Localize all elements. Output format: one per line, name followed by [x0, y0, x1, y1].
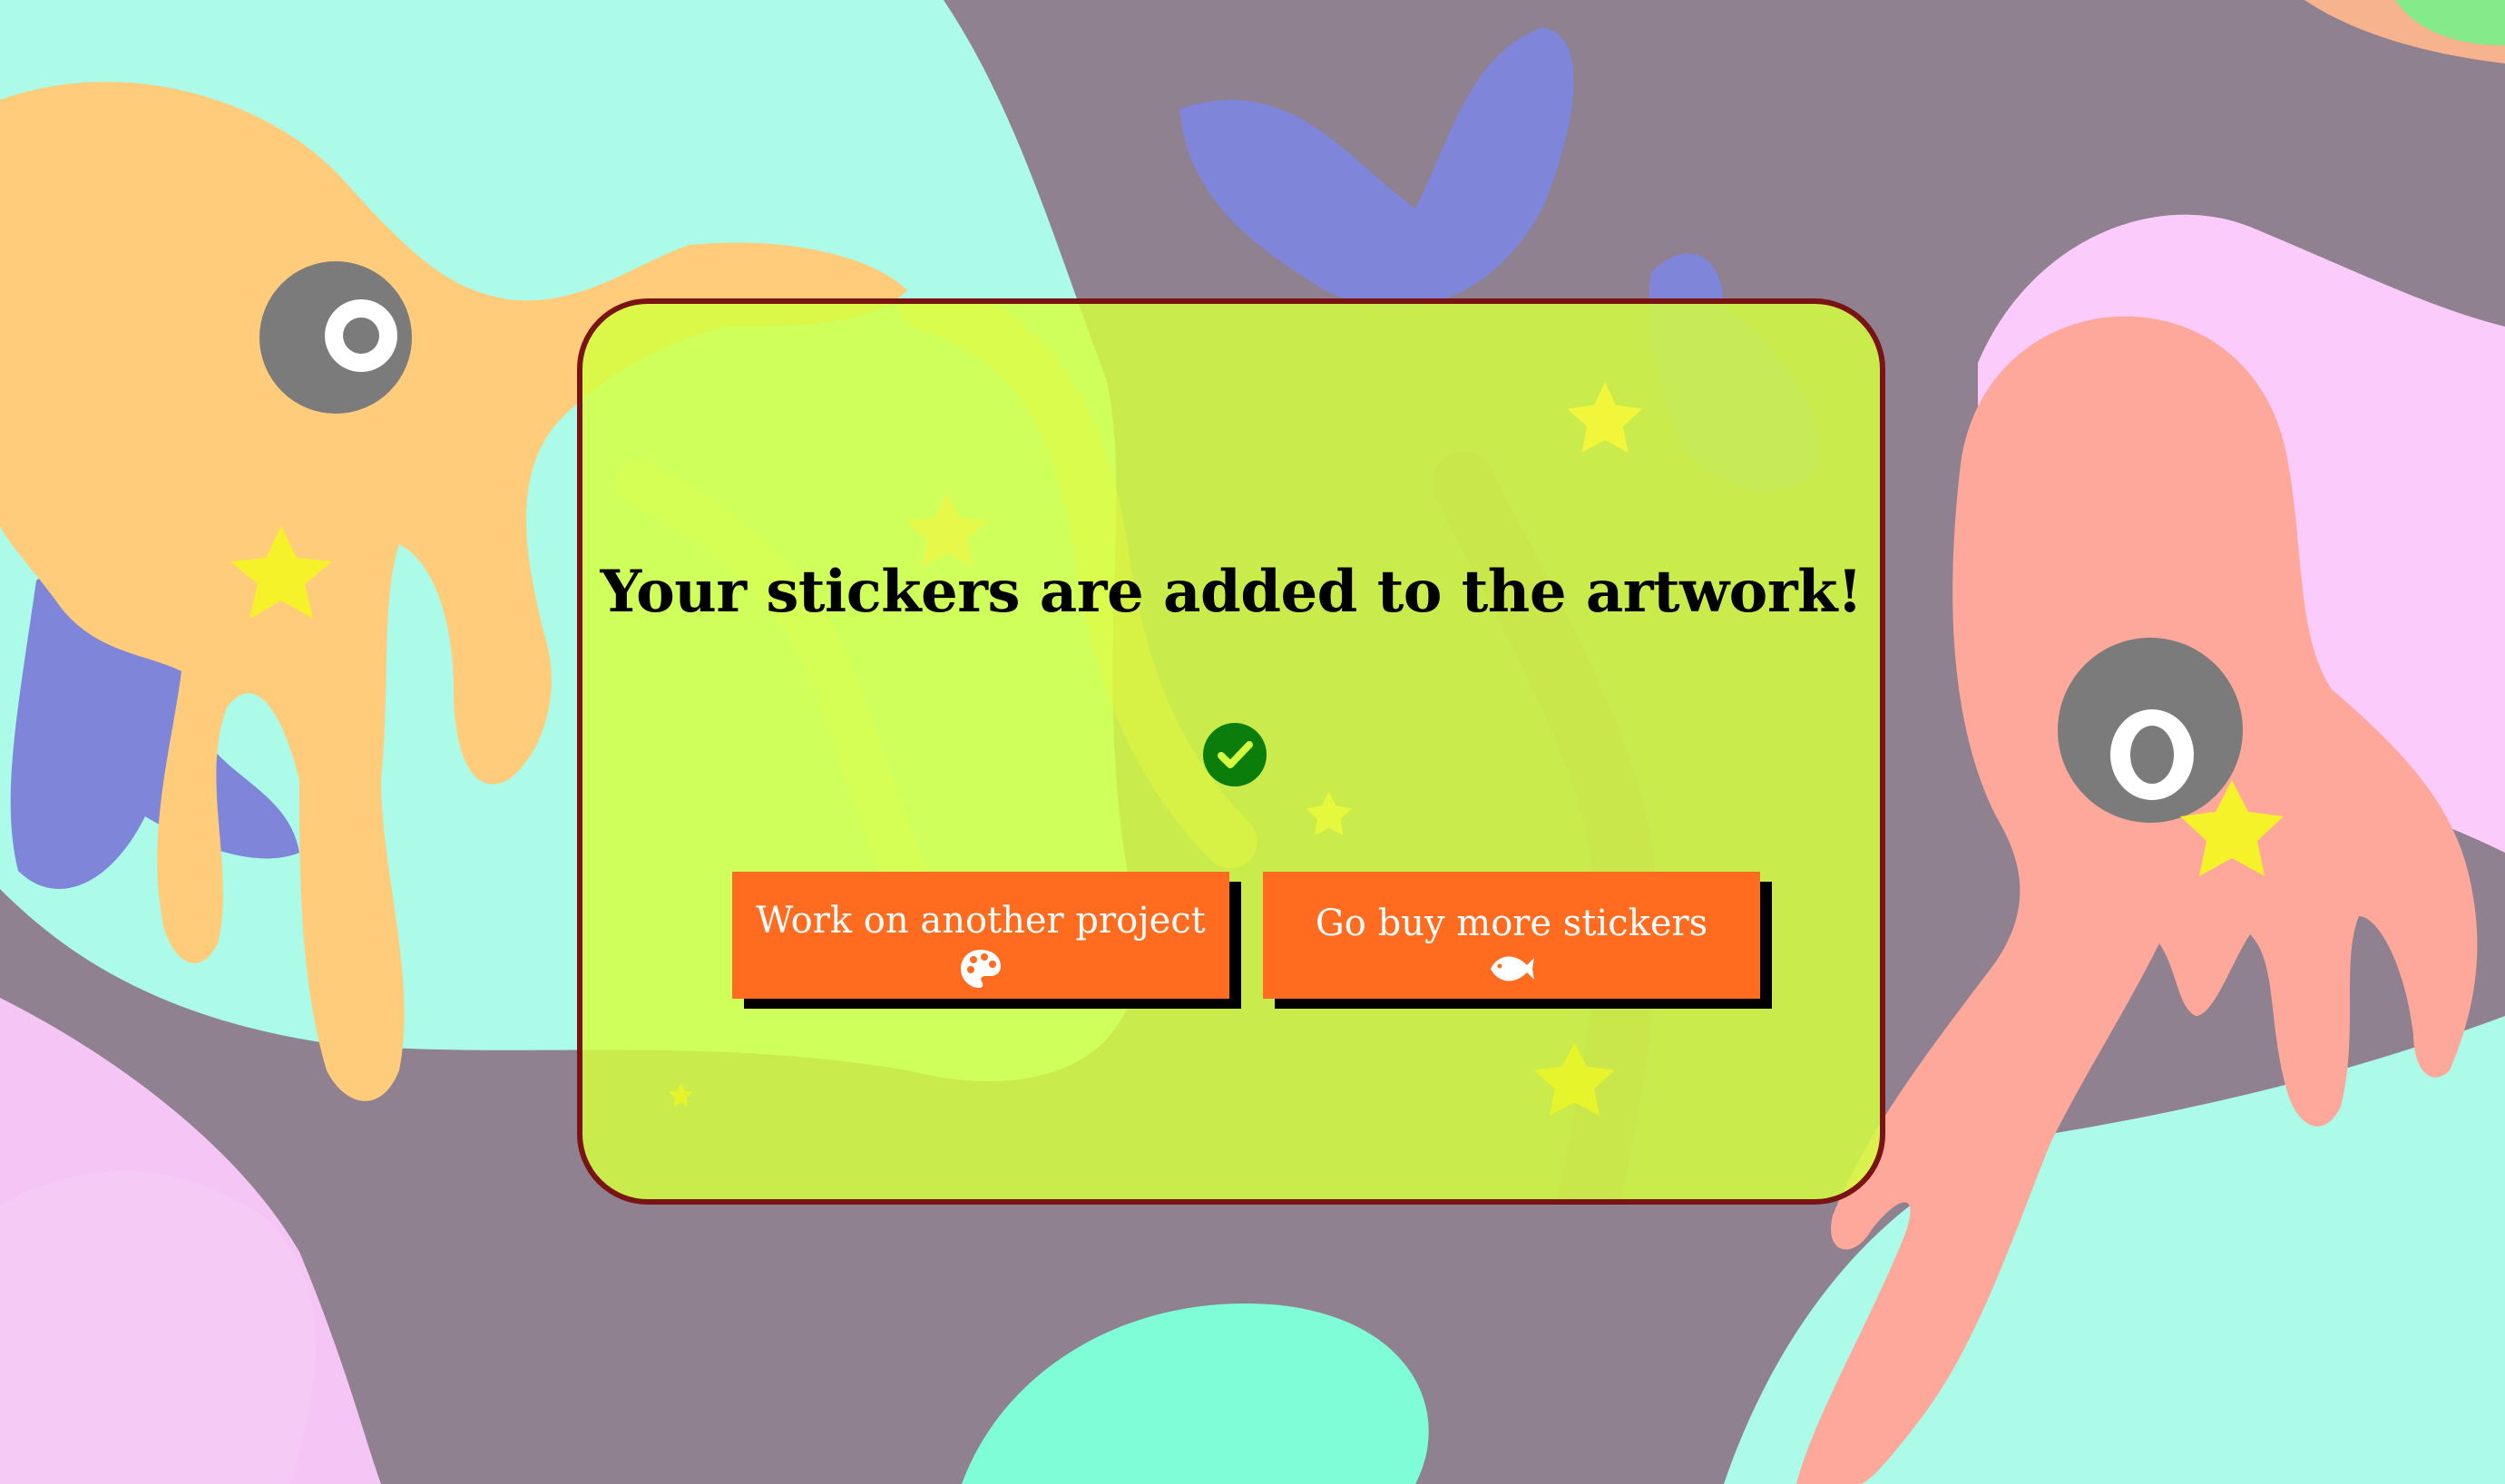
blue-shape-top [1179, 27, 1574, 308]
star-decoration [1567, 381, 1643, 454]
success-dialog: Your stickers are added to the artwork! … [577, 298, 1885, 1205]
dialog-title: Your stickers are added to the artwork! [600, 558, 1863, 626]
work-on-another-project-button[interactable]: Work on another project [732, 872, 1229, 999]
mint-blob-bottom [962, 1303, 1429, 1484]
pink-blob [0, 998, 381, 1484]
work-button-label: Work on another project [756, 899, 1206, 942]
go-buy-more-stickers-button[interactable]: Go buy more stickers [1263, 872, 1760, 999]
star-decoration [905, 492, 989, 568]
palette-icon [961, 949, 1001, 988]
star-decoration [668, 1082, 694, 1108]
buy-button-label: Go buy more stickers [1315, 902, 1708, 944]
check-circle-icon [1203, 723, 1267, 786]
fish-icon [1491, 956, 1534, 981]
star-decoration [1306, 791, 1353, 835]
